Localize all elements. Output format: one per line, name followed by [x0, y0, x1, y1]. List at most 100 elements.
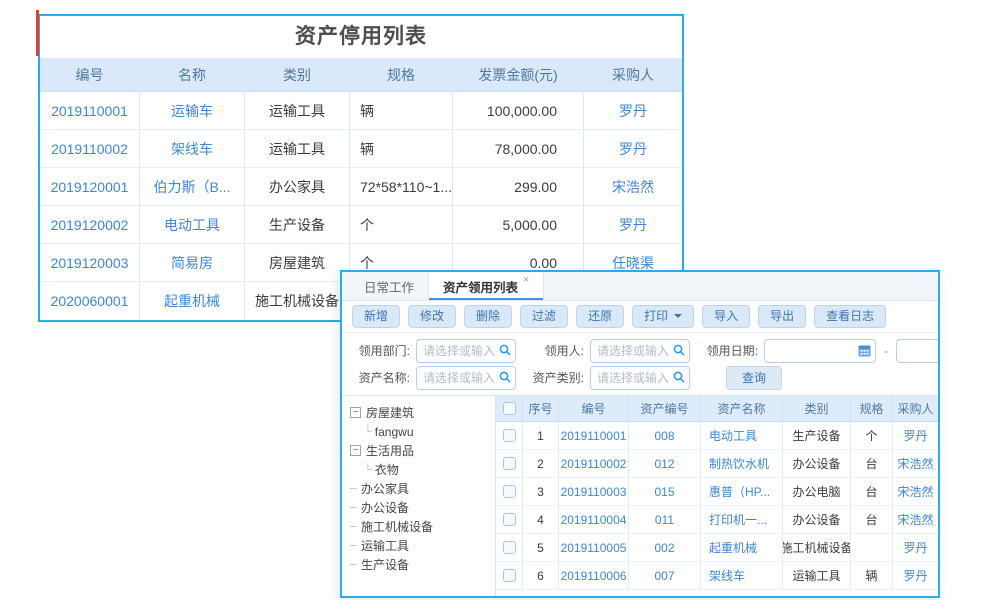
grid-cell-link[interactable]: 惠普（HP...: [701, 478, 783, 506]
tree-item-label: 施工机械设备: [361, 518, 433, 535]
stop-cell-link[interactable]: 宋浩然: [584, 168, 682, 206]
stop-cell-link[interactable]: 2019110002: [40, 130, 140, 168]
tree-item[interactable]: 办公设备: [350, 498, 495, 517]
grid-cell: 施工机械设备: [783, 534, 851, 562]
page-title: 资产停用列表: [40, 16, 682, 58]
grid-cell-link[interactable]: 2019110003: [559, 478, 629, 506]
grid-cell-link[interactable]: 宋浩然: [893, 450, 938, 478]
tree-item-label: fangwu: [375, 425, 414, 439]
stop-cell-link[interactable]: 架线车: [140, 130, 245, 168]
tree-item[interactable]: └衣物: [350, 460, 495, 479]
grid-cell-link[interactable]: 起重机械: [701, 534, 783, 562]
stop-column-header: 名称: [140, 58, 245, 92]
grid-cell-link[interactable]: 罗丹: [893, 562, 938, 590]
grid-cell-link[interactable]: 015: [629, 478, 701, 506]
grid-cell-link[interactable]: 2019110004: [559, 506, 629, 534]
grid-cell: 2: [523, 450, 559, 478]
use-date-end-input[interactable]: [896, 339, 940, 363]
toolbar-button[interactable]: 还原: [576, 305, 624, 328]
grid-cell-link[interactable]: 宋浩然: [893, 478, 938, 506]
stop-column-header: 采购人: [584, 58, 682, 92]
stop-cell-link[interactable]: 2020060001: [40, 282, 140, 320]
grid-cell-link[interactable]: 罗丹: [893, 422, 938, 450]
tab-daily-work[interactable]: 日常工作: [350, 272, 428, 300]
tree-item[interactable]: 施工机械设备: [350, 517, 495, 536]
search-icon[interactable]: [499, 344, 511, 356]
stop-cell: 个: [350, 206, 453, 244]
query-button[interactable]: 查询: [726, 366, 782, 390]
tree-connector-icon: [350, 564, 357, 565]
grid-cell-link[interactable]: 宋浩然: [893, 506, 938, 534]
grid-cell-link[interactable]: 007: [629, 562, 701, 590]
stop-cell-link[interactable]: 罗丹: [584, 130, 682, 168]
tree-item[interactable]: └fangwu: [350, 422, 495, 441]
grid-cell-link[interactable]: 2019110006: [559, 562, 629, 590]
grid-cell-link[interactable]: 2019110005: [559, 534, 629, 562]
stop-cell-link[interactable]: 运输车: [140, 92, 245, 130]
row-checkbox[interactable]: [503, 457, 516, 470]
tab-asset-use-list[interactable]: 资产领用列表 ×: [428, 272, 544, 300]
stop-cell-link[interactable]: 2019120003: [40, 244, 140, 282]
stop-column-header: 规格: [350, 58, 453, 92]
row-checkbox[interactable]: [503, 569, 516, 582]
toolbar-button[interactable]: 新增: [352, 305, 400, 328]
tree-item[interactable]: −房屋建筑: [350, 403, 495, 422]
toolbar-button[interactable]: 过滤: [520, 305, 568, 328]
toolbar-button[interactable]: 导入: [702, 305, 750, 328]
calendar-icon[interactable]: [858, 344, 871, 357]
tree-item[interactable]: −生活用品: [350, 441, 495, 460]
stop-cell-link[interactable]: 伯力斯（B...: [140, 168, 245, 206]
grid-cell: 台: [851, 506, 893, 534]
table-row: 2019110002架线车运输工具辆78,000.00罗丹: [40, 130, 682, 168]
grid-cell-link[interactable]: 打印机一...: [701, 506, 783, 534]
select-all-checkbox[interactable]: [503, 402, 516, 415]
close-icon[interactable]: ×: [523, 274, 529, 286]
collapse-icon[interactable]: −: [350, 445, 361, 456]
search-icon[interactable]: [673, 371, 685, 383]
stop-cell-link[interactable]: 2019120002: [40, 206, 140, 244]
tree-item[interactable]: 办公家具: [350, 479, 495, 498]
stop-cell: 辆: [350, 130, 453, 168]
collapse-icon[interactable]: −: [350, 407, 361, 418]
toolbar-button[interactable]: 查看日志: [814, 305, 886, 328]
stop-cell-link[interactable]: 2019120001: [40, 168, 140, 206]
grid-cell-link[interactable]: 002: [629, 534, 701, 562]
stop-cell-link[interactable]: 电动工具: [140, 206, 245, 244]
grid-cell-link[interactable]: 罗丹: [893, 534, 938, 562]
asset-name-field-wrap: [416, 366, 516, 390]
search-icon[interactable]: [673, 344, 685, 356]
grid-cell: 6: [523, 562, 559, 590]
stop-cell-link[interactable]: 简易房: [140, 244, 245, 282]
use-person-field-wrap: [590, 339, 690, 363]
grid-column-header: 采购人: [893, 396, 938, 422]
row-checkbox[interactable]: [503, 541, 516, 554]
grid-cell-link[interactable]: 制热饮水机: [701, 450, 783, 478]
grid-cell: 1: [523, 422, 559, 450]
stop-cell-link[interactable]: 2019110001: [40, 92, 140, 130]
stop-cell-link[interactable]: 罗丹: [584, 206, 682, 244]
grid-cell-link[interactable]: 011: [629, 506, 701, 534]
grid-cell-link[interactable]: 012: [629, 450, 701, 478]
grid-cell-link[interactable]: 008: [629, 422, 701, 450]
grid-body: 12019110001008电动工具生产设备个罗丹22019110002012制…: [496, 422, 938, 590]
grid-cell-link[interactable]: 2019110002: [559, 450, 629, 478]
stop-cell-link[interactable]: 起重机械: [140, 282, 245, 320]
row-checkbox[interactable]: [503, 485, 516, 498]
tree-connector-icon: └: [364, 464, 372, 476]
grid-header-checkbox-cell: [496, 396, 523, 422]
use-dept-field-wrap: [416, 339, 516, 363]
toolbar-button[interactable]: 修改: [408, 305, 456, 328]
grid-cell-link[interactable]: 2019110001: [559, 422, 629, 450]
tree-item[interactable]: 生产设备: [350, 555, 495, 574]
toolbar-button[interactable]: 删除: [464, 305, 512, 328]
grid-cell-link[interactable]: 架线车: [701, 562, 783, 590]
row-checkbox[interactable]: [503, 513, 516, 526]
date-range-separator: -: [884, 344, 888, 358]
toolbar-button[interactable]: 导出: [758, 305, 806, 328]
print-button[interactable]: 打印: [632, 305, 694, 328]
search-icon[interactable]: [499, 371, 511, 383]
tree-item[interactable]: 运输工具: [350, 536, 495, 555]
row-checkbox[interactable]: [503, 429, 516, 442]
grid-cell-link[interactable]: 电动工具: [701, 422, 783, 450]
stop-cell-link[interactable]: 罗丹: [584, 92, 682, 130]
